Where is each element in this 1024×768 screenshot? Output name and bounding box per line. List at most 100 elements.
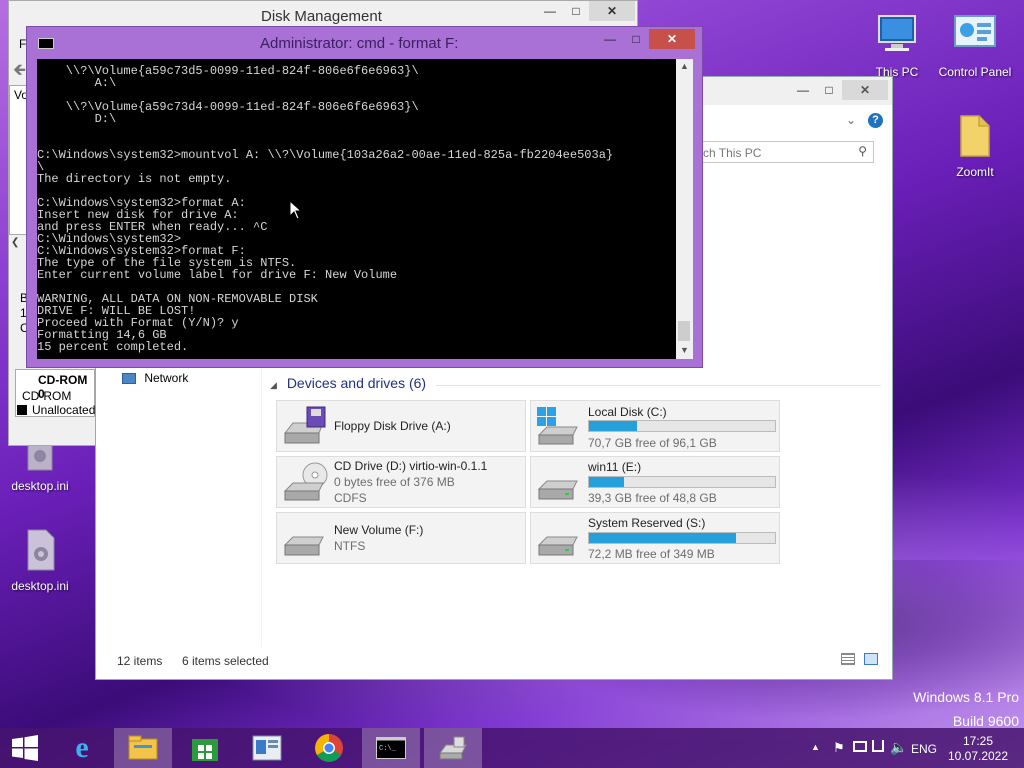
- network-status-icon[interactable]: [872, 740, 884, 752]
- drive-tile-new-volume-f[interactable]: New Volume (F:) NTFS: [276, 512, 526, 564]
- taskbar-drive-tool[interactable]: [424, 728, 482, 768]
- cmd-titlebar[interactable]: Administrator: cmd - format F: — □ ✕: [27, 27, 702, 57]
- desktop-icon-control-panel[interactable]: Control Panel: [935, 10, 1015, 79]
- desktop-icon-label: Control Panel: [938, 65, 1012, 79]
- status-selected-count: 6 items selected: [182, 654, 269, 668]
- back-arrow-icon[interactable]: 🡸: [13, 59, 26, 86]
- drive-usage-fill: [589, 421, 638, 431]
- minimize-button[interactable]: —: [790, 80, 816, 100]
- details-view-icon[interactable]: [841, 653, 855, 665]
- desktop-icon-label: ZoomIt: [956, 165, 994, 179]
- disk-management-icon: [252, 735, 282, 761]
- mouse-cursor-icon: [289, 200, 303, 220]
- section-rule: [436, 385, 881, 386]
- drive-tile-cd-d[interactable]: CD Drive (D:) virtio-win-0.1.1 0 bytes f…: [276, 456, 526, 508]
- drive-usage-bar: [588, 476, 776, 488]
- store-icon: [192, 739, 218, 761]
- status-item-count: 12 items: [117, 654, 163, 668]
- tray-overflow-arrow-icon[interactable]: ▲: [811, 742, 820, 752]
- desktop-icon-this-pc[interactable]: This PC: [857, 10, 937, 79]
- hard-drive-icon: [537, 480, 578, 500]
- control-panel-icon: [954, 15, 996, 47]
- drive-name: Floppy Disk Drive (A:): [334, 419, 451, 433]
- clock[interactable]: 17:25 10.07.2022: [946, 734, 1010, 764]
- minimize-button[interactable]: —: [597, 29, 623, 49]
- ribbon-expand-chevron-icon[interactable]: ⌄: [846, 113, 856, 127]
- volume-list-panel: Vo: [9, 85, 28, 235]
- drive-tile-win11-e[interactable]: win11 (E:) 39,3 GB free of 48,8 GB: [530, 456, 780, 508]
- desktop-icon-label: desktop.ini: [11, 579, 69, 593]
- maximize-button[interactable]: □: [623, 29, 649, 49]
- file-explorer-icon: [128, 735, 158, 760]
- taskbar-file-explorer[interactable]: [114, 728, 172, 768]
- scroll-left-icon[interactable]: ❮: [11, 237, 19, 248]
- desktop-icon-zoomit[interactable]: ZoomIt: [935, 112, 1015, 179]
- maximize-button[interactable]: □: [816, 80, 842, 100]
- drive-usage-fill: [589, 477, 625, 487]
- large-icons-view-icon[interactable]: [864, 653, 878, 665]
- volume-icon[interactable]: 🔈: [890, 739, 907, 756]
- display-icon[interactable]: [853, 741, 867, 752]
- drive-free-space: 0 bytes free of 376 MB: [334, 475, 455, 489]
- desktop-icon-desktop-ini-2[interactable]: desktop.ini: [0, 528, 80, 593]
- drive-name: win11 (E:): [588, 460, 642, 474]
- drive-free-space: 39,3 GB free of 48,8 GB: [588, 491, 717, 505]
- watermark-edition: Windows 8.1 Pro: [913, 689, 1019, 705]
- maximize-button[interactable]: □: [563, 1, 589, 21]
- taskbar-chrome[interactable]: [300, 728, 358, 768]
- scroll-up-icon[interactable]: ▲: [680, 61, 689, 71]
- console-text: \\?\Volume{a59c73d5-0099-11ed-824f-806e6…: [37, 64, 614, 354]
- drive-name: Local Disk (C:): [588, 405, 667, 419]
- system-drive-icon: [537, 407, 578, 445]
- devices-section-header[interactable]: ◢ Devices and drives (6): [270, 375, 426, 391]
- input-language[interactable]: ENG: [911, 742, 937, 756]
- settings-file-icon: [27, 441, 53, 471]
- windows-edition-watermark: Windows 8.1 Pro Build 9600: [913, 685, 1019, 733]
- drive-tile-local-disk-c[interactable]: Local Disk (C:) 70,7 GB free of 96,1 GB: [530, 400, 780, 452]
- hard-drive-icon: [537, 536, 578, 556]
- search-box[interactable]: ch This PC ⚲: [696, 141, 874, 163]
- folder-icon: [960, 115, 990, 157]
- nav-item-network[interactable]: Network: [122, 371, 188, 385]
- clock-time: 17:25: [962, 734, 994, 748]
- cdrom-sub: CD-ROM: [22, 389, 72, 403]
- hard-drive-icon: [283, 536, 324, 556]
- desktop-icon-desktop-ini-1[interactable]: desktop.ini: [0, 441, 80, 493]
- drive-usage-fill: [589, 533, 736, 543]
- action-center-flag-icon[interactable]: ⚑: [833, 740, 845, 756]
- scroll-down-icon[interactable]: ▼: [680, 345, 689, 355]
- taskbar-disk-management[interactable]: [238, 728, 296, 768]
- drive-tile-system-reserved-s[interactable]: System Reserved (S:) 72,2 MB free of 349…: [530, 512, 780, 564]
- unallocated-legend-swatch: [17, 405, 27, 415]
- command-prompt-icon: C:\_: [376, 737, 406, 759]
- computer-icon: [878, 15, 916, 51]
- close-button[interactable]: ✕: [649, 29, 695, 49]
- drive-filesystem: NTFS: [334, 539, 366, 553]
- drive-tile-floppy[interactable]: Floppy Disk Drive (A:): [276, 400, 526, 452]
- settings-file-icon: [27, 529, 55, 571]
- taskbar: e C:\_ ▲ ⚑ 🔈 ENG 17:25 10.07.2022: [0, 728, 1024, 768]
- cmd-window[interactable]: Administrator: cmd - format F: — □ ✕ \\?…: [26, 26, 703, 368]
- close-button[interactable]: ✕: [842, 80, 888, 100]
- help-icon[interactable]: ?: [868, 113, 883, 128]
- drive-name: System Reserved (S:): [588, 516, 706, 530]
- drive-name: New Volume (F:): [334, 523, 424, 537]
- console-output-area[interactable]: \\?\Volume{a59c73d5-0099-11ed-824f-806e6…: [37, 59, 692, 359]
- desktop-icon-label: desktop.ini: [11, 479, 69, 493]
- search-input[interactable]: ch This PC: [703, 146, 761, 160]
- drive-free-space: 70,7 GB free of 96,1 GB: [588, 436, 717, 450]
- start-button[interactable]: [0, 728, 52, 768]
- close-button[interactable]: ✕: [589, 1, 635, 21]
- console-scrollbar[interactable]: ▲ ▼: [676, 59, 693, 359]
- taskbar-cmd[interactable]: C:\_: [362, 728, 420, 768]
- cd-drive-icon: [283, 462, 328, 501]
- scroll-thumb[interactable]: [678, 321, 690, 341]
- taskbar-store[interactable]: [176, 728, 234, 768]
- nav-item-label: Network: [144, 371, 189, 385]
- taskbar-ie[interactable]: e: [54, 728, 112, 768]
- disk-side-panel: B 1 C: [9, 271, 29, 371]
- window-title: Administrator: cmd - format F:: [260, 35, 459, 52]
- internet-explorer-icon: e: [75, 731, 89, 764]
- floppy-drive-icon: [283, 406, 326, 444]
- minimize-button[interactable]: —: [537, 1, 563, 21]
